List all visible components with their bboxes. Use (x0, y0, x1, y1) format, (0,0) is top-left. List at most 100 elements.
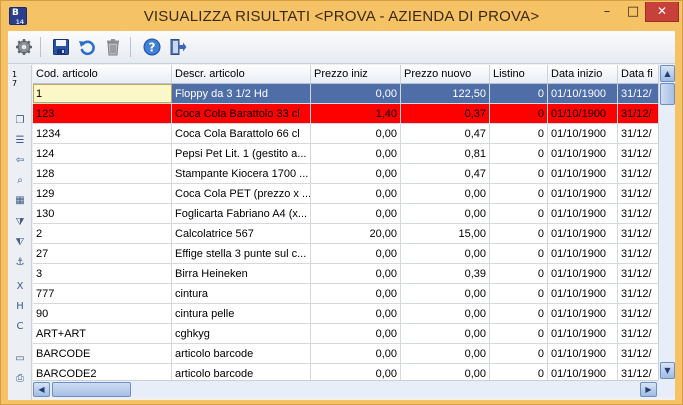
cell-prezzo-iniz[interactable]: 0,00 (311, 204, 401, 223)
cell-descr-articolo[interactable]: Foglicarta Fabriano A4 (x... (172, 204, 311, 223)
cell-prezzo-iniz[interactable]: 0,00 (311, 364, 401, 380)
column-header-listino[interactable]: Listino (490, 65, 548, 83)
column-header-descr-articolo[interactable]: Descr. articolo (172, 65, 311, 83)
cell-data-inizio[interactable]: 01/10/1900 (548, 304, 618, 323)
cell-listino[interactable]: 0 (490, 324, 548, 343)
delete-button[interactable] (102, 36, 124, 58)
table-row[interactable]: 124 Pepsi Pet Lit. 1 (gestito a... 0,00 0,8… (33, 144, 658, 164)
cell-cod-articolo[interactable]: 129 (33, 184, 172, 203)
horizontal-scroll-thumb[interactable] (52, 382, 131, 397)
cell-prezzo-nuovo[interactable]: 122,50 (401, 84, 490, 103)
cell-descr-articolo[interactable]: cintura (172, 284, 311, 303)
cell-data-inizio[interactable]: 01/10/1900 (548, 204, 618, 223)
cell-cod-articolo[interactable]: 130 (33, 204, 172, 223)
cell-data-inizio[interactable]: 01/10/1900 (548, 144, 618, 163)
table-row[interactable]: 1 Floppy da 3 1/2 Hd 0,00 122,50 0 01/10/1900… (33, 84, 658, 104)
cell-data-fine[interactable]: 31/12/ (618, 84, 658, 103)
cell-prezzo-iniz[interactable]: 0,00 (311, 164, 401, 183)
horizontal-scrollbar[interactable]: ◀ ▶ (33, 380, 658, 397)
cell-listino[interactable]: 0 (490, 284, 548, 303)
column-header-prezzo-nuovo[interactable]: Prezzo nuovo (401, 65, 490, 83)
cell-descr-articolo[interactable]: articolo barcode (172, 364, 311, 380)
anchor-icon[interactable]: ⚓ (13, 255, 27, 269)
scroll-left-button[interactable]: ◀ (33, 382, 50, 397)
cell-data-fine[interactable]: 31/12/ (618, 284, 658, 303)
scroll-up-button[interactable]: ▲ (660, 65, 675, 82)
vertical-scrollbar[interactable]: ▲ ▼ (658, 65, 675, 380)
cell-descr-articolo[interactable]: Coca Cola PET (prezzo x ... (172, 184, 311, 203)
cell-descr-articolo[interactable]: Birra Heineken (172, 264, 311, 283)
table-row[interactable]: 128 Stampante Kiocera 1700 ... 0,00 0,47 0 01… (33, 164, 658, 184)
cell-prezzo-nuovo[interactable]: 0,00 (401, 204, 490, 223)
cell-cod-articolo[interactable]: 1 (33, 84, 172, 103)
calendar-icon[interactable]: ▦ (13, 193, 27, 207)
cell-data-inizio[interactable]: 01/10/1900 (548, 224, 618, 243)
cell-prezzo-nuovo[interactable]: 15,00 (401, 224, 490, 243)
table-row[interactable]: 123 Coca Cola Barattolo 33 cl 1,40 0,37 0 01/… (33, 104, 658, 124)
cell-prezzo-nuovo[interactable]: 0,00 (401, 344, 490, 363)
cell-prezzo-nuovo[interactable]: 0,47 (401, 164, 490, 183)
cell-prezzo-iniz[interactable]: 0,00 (311, 184, 401, 203)
cell-descr-articolo[interactable]: articolo barcode (172, 344, 311, 363)
cell-prezzo-nuovo[interactable]: 0,00 (401, 244, 490, 263)
cell-cod-articolo[interactable]: 3 (33, 264, 172, 283)
cell-cod-articolo[interactable]: BARCODE (33, 344, 172, 363)
cell-descr-articolo[interactable]: cghkyg (172, 324, 311, 343)
title-bar[interactable]: B 14 VISUALIZZA RISULTATI <PROVA - AZIEN… (1, 1, 682, 31)
export-csv-icon[interactable]: C (13, 319, 27, 333)
cell-data-inizio[interactable]: 01/10/1900 (548, 324, 618, 343)
maximize-button[interactable]: □ (620, 2, 646, 22)
cell-descr-articolo[interactable]: Calcolatrice 567 (172, 224, 311, 243)
cell-descr-articolo[interactable]: Effige stella 3 punte sul c... (172, 244, 311, 263)
cell-data-fine[interactable]: 31/12/ (618, 164, 658, 183)
export-icon[interactable]: ⇦ (13, 153, 27, 167)
cell-cod-articolo[interactable]: 128 (33, 164, 172, 183)
cell-descr-articolo[interactable]: Coca Cola Barattolo 66 cl (172, 124, 311, 143)
cell-cod-articolo[interactable]: 90 (33, 304, 172, 323)
cell-prezzo-iniz[interactable]: 0,00 (311, 284, 401, 303)
table-row[interactable]: 777 cintura 0,00 0,00 0 01/10/1900 31/12/ (33, 284, 658, 304)
cell-data-fine[interactable]: 31/12/ (618, 364, 658, 380)
cell-cod-articolo[interactable]: 27 (33, 244, 172, 263)
cell-prezzo-iniz[interactable]: 0,00 (311, 344, 401, 363)
cell-listino[interactable]: 0 (490, 124, 548, 143)
cell-prezzo-nuovo[interactable]: 0,00 (401, 184, 490, 203)
close-button[interactable]: ✕ (645, 2, 679, 22)
filter-remove-icon[interactable]: ⧨ (13, 235, 27, 249)
cell-cod-articolo[interactable]: BARCODE2 (33, 364, 172, 380)
cell-descr-articolo[interactable]: Coca Cola Barattolo 33 cl (172, 104, 311, 123)
cell-cod-articolo[interactable]: 124 (33, 144, 172, 163)
cell-cod-articolo[interactable]: 777 (33, 284, 172, 303)
cell-descr-articolo[interactable]: cintura pelle (172, 304, 311, 323)
cell-data-fine[interactable]: 31/12/ (618, 304, 658, 323)
settings-button[interactable] (13, 36, 35, 58)
cell-data-fine[interactable]: 31/12/ (618, 204, 658, 223)
table-row[interactable]: 2 Calcolatrice 567 20,00 15,00 0 01/10/1900 31… (33, 224, 658, 244)
cell-cod-articolo[interactable]: 123 (33, 104, 172, 123)
cell-prezzo-nuovo[interactable]: 0,00 (401, 324, 490, 343)
cell-data-fine[interactable]: 31/12/ (618, 184, 658, 203)
scroll-down-button[interactable]: ▼ (660, 362, 675, 379)
cell-listino[interactable]: 0 (490, 184, 548, 203)
cell-listino[interactable]: 0 (490, 204, 548, 223)
vertical-scroll-thumb[interactable] (660, 83, 675, 105)
cell-prezzo-iniz[interactable]: 20,00 (311, 224, 401, 243)
cell-data-inizio[interactable]: 01/10/1900 (548, 124, 618, 143)
cell-descr-articolo[interactable]: Floppy da 3 1/2 Hd (172, 84, 311, 103)
column-header-data-fine[interactable]: Data fi (618, 65, 658, 83)
cell-prezzo-nuovo[interactable]: 0,39 (401, 264, 490, 283)
column-header-prezzo-iniz[interactable]: Prezzo iniz (311, 65, 401, 83)
printer-icon[interactable]: ⎙ (13, 371, 27, 385)
table-row[interactable]: ART+ART cghkyg 0,00 0,00 0 01/10/1900 31/12/ (33, 324, 658, 344)
cell-descr-articolo[interactable]: Stampante Kiocera 1700 ... (172, 164, 311, 183)
cell-data-inizio[interactable]: 01/10/1900 (548, 184, 618, 203)
cell-prezzo-nuovo[interactable]: 0,00 (401, 284, 490, 303)
cell-prezzo-nuovo[interactable]: 0,37 (401, 104, 490, 123)
cell-listino[interactable]: 0 (490, 344, 548, 363)
exit-button[interactable] (167, 36, 189, 58)
cell-listino[interactable]: 0 (490, 244, 548, 263)
cell-prezzo-iniz[interactable]: 0,00 (311, 124, 401, 143)
cell-cod-articolo[interactable]: 1234 (33, 124, 172, 143)
table-row[interactable]: 129 Coca Cola PET (prezzo x ... 0,00 0,00 0 0… (33, 184, 658, 204)
cell-data-fine[interactable]: 31/12/ (618, 224, 658, 243)
